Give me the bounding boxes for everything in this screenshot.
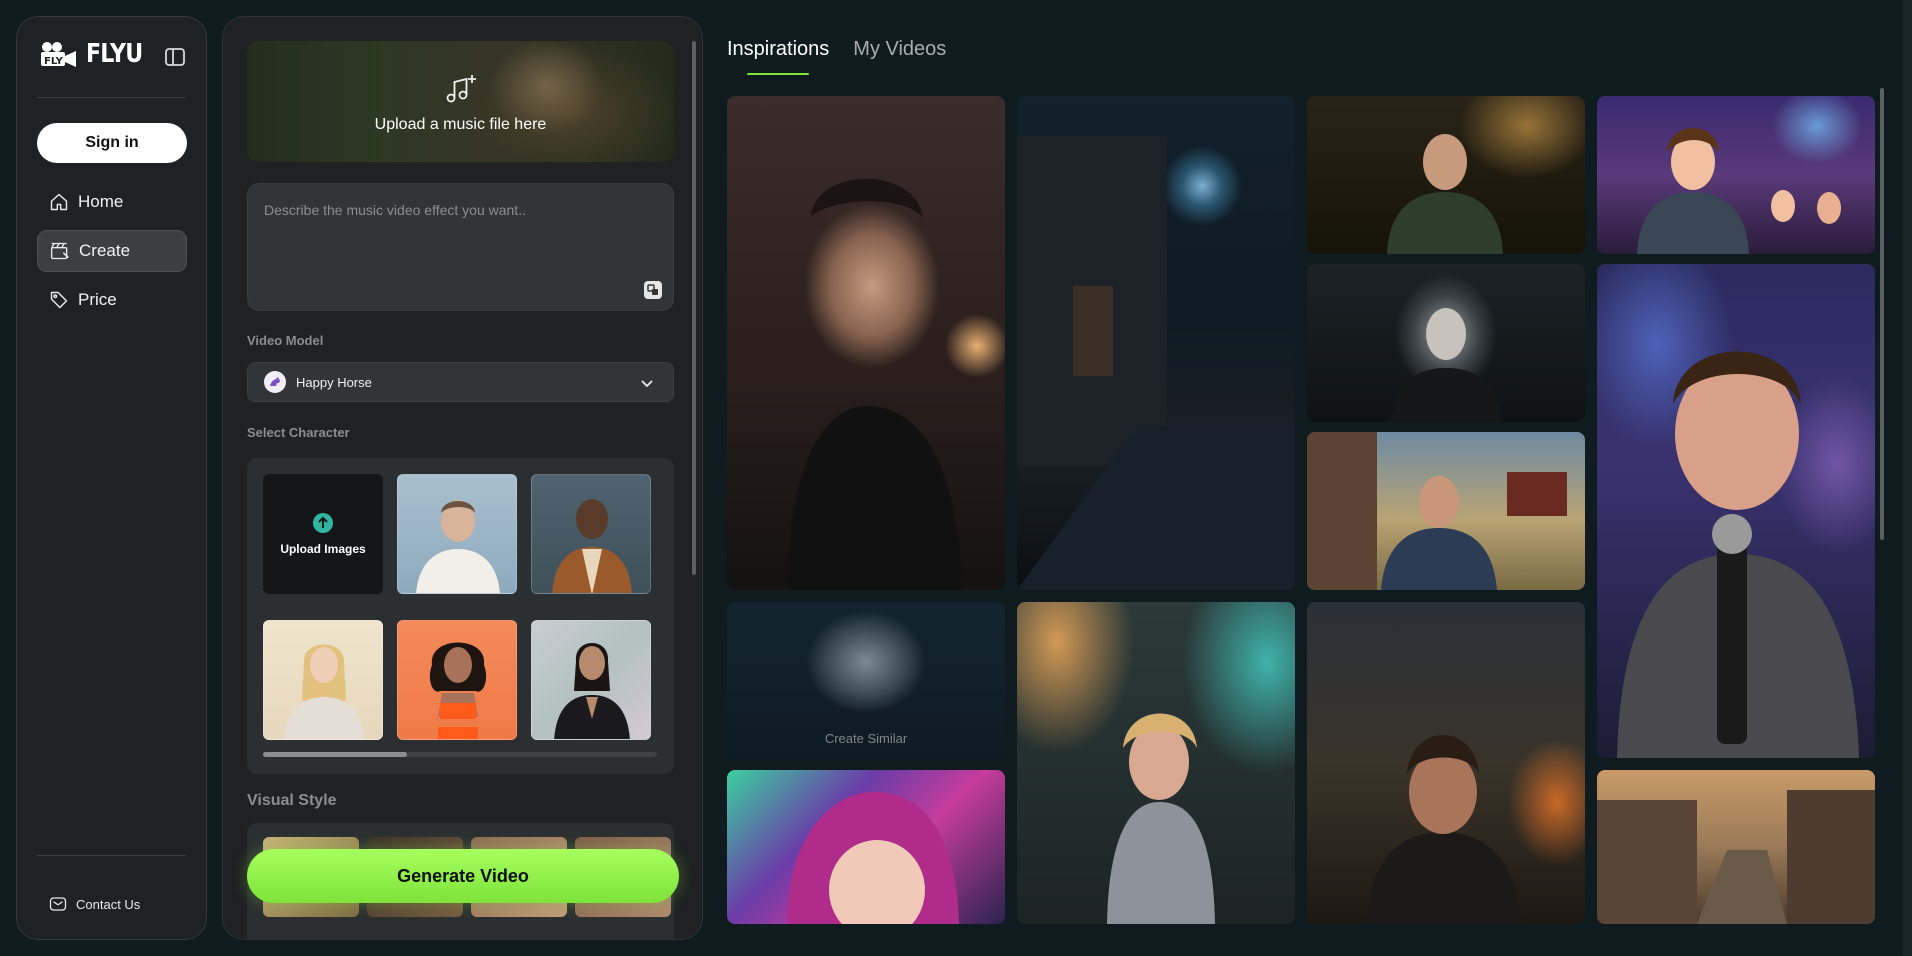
home-icon xyxy=(50,193,68,211)
sign-in-button[interactable]: Sign in xyxy=(37,123,187,163)
upload-arrow-icon xyxy=(313,513,333,533)
gallery-thumbnail-image xyxy=(1637,128,1841,254)
gallery-card[interactable] xyxy=(727,770,1005,924)
sidebar-item-label: Home xyxy=(78,192,124,211)
character-tile[interactable] xyxy=(531,620,651,740)
sidebar-divider xyxy=(37,855,186,856)
sidebar-toggle-icon[interactable] xyxy=(163,45,187,69)
contact-us-label: Contact Us xyxy=(76,896,141,912)
gallery-card[interactable] xyxy=(1017,96,1295,590)
upload-music-label: Upload a music file here xyxy=(374,115,547,133)
create-icon xyxy=(51,242,69,260)
upload-images-button[interactable]: Upload Images xyxy=(263,474,383,594)
svg-text:FLY: FLY xyxy=(44,56,64,67)
character-tile[interactable] xyxy=(531,474,651,594)
price-tag-icon xyxy=(50,291,68,309)
character-portrait-image xyxy=(552,499,632,593)
gallery-thumbnail-image xyxy=(1367,735,1521,924)
character-portrait-image xyxy=(416,500,500,593)
gallery-thumbnail-image xyxy=(1107,713,1215,924)
gallery-thumbnail-image xyxy=(787,178,963,590)
sidebar-item-label: Price xyxy=(78,290,117,309)
window-edge xyxy=(1903,0,1912,956)
sidebar-item-label: Create xyxy=(79,241,131,260)
gallery-card[interactable] xyxy=(1307,602,1585,924)
gallery-card[interactable] xyxy=(1597,264,1875,758)
prompt-box xyxy=(247,183,674,311)
gallery-card[interactable] xyxy=(727,96,1005,590)
gallery-thumbnail-image xyxy=(1307,432,1567,590)
gallery-card[interactable] xyxy=(1307,432,1585,590)
gallery-card[interactable] xyxy=(1597,96,1875,254)
gallery-thumbnail-image xyxy=(1387,134,1503,254)
gallery-card[interactable] xyxy=(1307,264,1585,422)
enhance-prompt-icon[interactable] xyxy=(643,280,663,300)
gallery-thumbnail-image xyxy=(787,791,959,924)
chevron-down-icon xyxy=(641,380,653,388)
gallery-scrollbar[interactable] xyxy=(1880,88,1884,540)
sidebar-item-price[interactable]: Price xyxy=(37,279,187,321)
sidebar-item-create[interactable]: Create xyxy=(37,230,187,272)
sidebar-divider xyxy=(37,97,186,98)
inspiration-gallery: Create Similar xyxy=(727,96,1875,924)
character-scrollbar[interactable] xyxy=(263,752,657,757)
sidebar: FLY FLYU Sign in Home Create Price Conta… xyxy=(16,16,207,940)
sidebar-item-home[interactable]: Home xyxy=(37,181,187,223)
brand-logo[interactable]: FLY FLYU xyxy=(38,39,152,69)
character-portrait-image xyxy=(284,644,364,739)
prompt-input[interactable] xyxy=(248,184,673,310)
gallery-card[interactable] xyxy=(1307,96,1585,254)
music-add-icon xyxy=(446,74,476,102)
gallery-card[interactable]: Create Similar xyxy=(727,602,1005,760)
mail-icon xyxy=(49,897,67,911)
character-tile[interactable] xyxy=(397,620,517,740)
create-similar-overlay[interactable]: Create Similar xyxy=(727,731,1005,746)
gallery-thumbnail-image xyxy=(1017,136,1295,590)
gallery-tabs: Inspirations My Videos xyxy=(727,38,946,75)
tab-inspirations[interactable]: Inspirations xyxy=(727,38,829,75)
visual-style-label: Visual Style xyxy=(247,792,337,809)
gallery-thumbnail-image xyxy=(1391,308,1501,422)
gallery-thumbnail-image xyxy=(1617,351,1859,758)
select-character-label: Select Character xyxy=(247,425,350,440)
video-model-value: Happy Horse xyxy=(296,374,372,390)
upload-music-dropzone[interactable]: Upload a music file here xyxy=(247,41,674,162)
character-tile[interactable] xyxy=(397,474,517,594)
brand-name: FLYU xyxy=(86,39,143,69)
contact-us-link[interactable]: Contact Us xyxy=(49,895,140,913)
video-model-label: Video Model xyxy=(247,333,324,348)
gallery-card[interactable] xyxy=(1597,770,1875,924)
character-tile[interactable] xyxy=(263,620,383,740)
upload-images-label: Upload Images xyxy=(280,542,366,556)
horse-avatar-icon xyxy=(264,371,286,393)
panel-scrollbar[interactable] xyxy=(692,41,696,575)
tab-my-videos[interactable]: My Videos xyxy=(853,38,946,75)
gallery-card[interactable] xyxy=(1017,602,1295,924)
create-panel: Upload a music file here Video Model Hap… xyxy=(222,16,703,940)
character-portrait-image xyxy=(554,643,630,739)
flyu-logo-icon: FLY xyxy=(41,42,76,67)
generate-video-button[interactable]: Generate Video xyxy=(247,849,679,903)
character-grid: Upload Images xyxy=(247,458,674,774)
video-model-select[interactable]: Happy Horse xyxy=(247,362,674,402)
gallery-thumbnail-image xyxy=(1597,790,1875,924)
character-scrollbar-thumb[interactable] xyxy=(263,752,407,757)
character-portrait-image xyxy=(429,642,487,739)
